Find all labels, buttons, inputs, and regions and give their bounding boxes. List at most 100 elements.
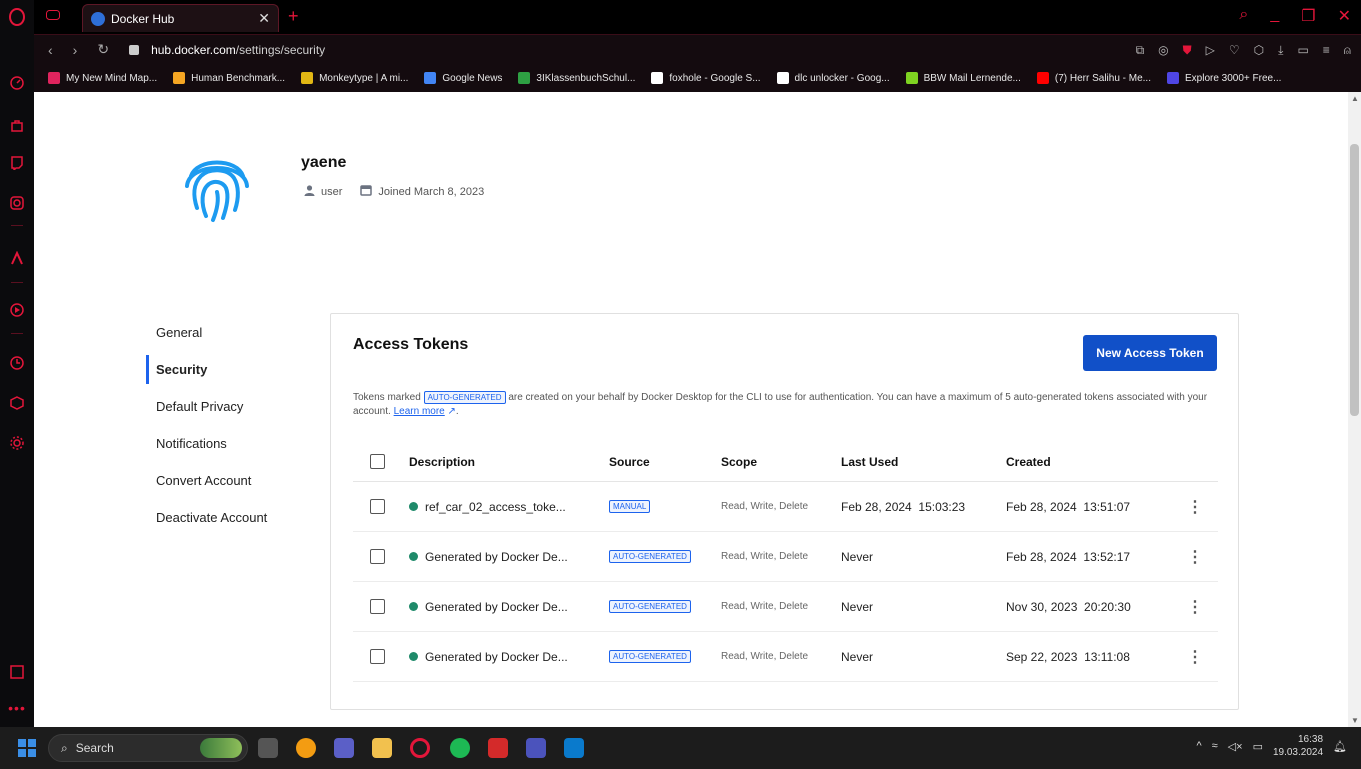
opera-taskbar-icon[interactable] — [410, 738, 430, 758]
profile-icon[interactable]: ⍝ — [1344, 43, 1351, 58]
bookmark-item[interactable]: 3IKlassenbuchSchul... — [518, 72, 635, 84]
row-checkbox[interactable] — [370, 549, 385, 564]
settings-nav-item[interactable]: Security — [146, 351, 267, 388]
download-icon[interactable]: ⤓ — [1278, 43, 1283, 58]
settings-nav-item[interactable]: Notifications — [146, 425, 267, 462]
heart-icon[interactable]: ♡ — [1229, 43, 1240, 58]
bookmark-item[interactable]: dlc unlocker - Goog... — [776, 72, 890, 84]
bookmark-item[interactable]: Explore 3000+ Free... — [1167, 72, 1281, 84]
col-description[interactable]: Description — [409, 442, 475, 481]
settings-nav-item[interactable]: General — [146, 314, 267, 351]
aria-icon[interactable] — [7, 248, 27, 268]
easy-setup-icon[interactable]: ≡ — [1323, 43, 1330, 58]
settings-nav-item[interactable]: Convert Account — [146, 462, 267, 499]
vpn-shield-icon[interactable]: ⛊ — [1183, 43, 1192, 58]
col-last-used[interactable]: Last Used — [841, 442, 898, 481]
access-tokens-card: Access Tokens New Access Token Tokens ma… — [330, 313, 1239, 710]
bookmark-item[interactable]: foxhole - Google S... — [651, 72, 761, 84]
restore-icon[interactable]: ❐ — [1301, 6, 1315, 26]
bookmarks-bar: My New Mind Map... Human Benchmark... Monk… — [34, 64, 1361, 92]
bookmark-item[interactable]: My New Mind Map... — [48, 72, 157, 84]
scroll-down-icon[interactable]: ▼ — [1351, 716, 1359, 725]
wifi-icon[interactable]: ≈ — [1212, 740, 1218, 752]
taskbar-clock[interactable]: 16:38 19.03.2024 — [1273, 733, 1323, 759]
row-menu-kebab-icon[interactable]: ⋮ — [1187, 582, 1203, 631]
settings-nav-item[interactable]: Default Privacy — [146, 388, 267, 425]
row-menu-kebab-icon[interactable]: ⋮ — [1187, 532, 1203, 581]
battery-icon[interactable]: ▭ — [1253, 740, 1263, 753]
volume-icon[interactable]: ◁× — [1228, 740, 1243, 753]
teams-icon[interactable] — [334, 738, 354, 758]
send-icon[interactable]: ▷ — [1206, 43, 1215, 58]
vscode-icon[interactable] — [564, 738, 584, 758]
history-icon[interactable] — [7, 353, 27, 373]
scroll-up-icon[interactable]: ▲ — [1351, 94, 1359, 103]
tab-menu-icon[interactable] — [46, 9, 60, 23]
windows-start-icon[interactable] — [18, 739, 36, 757]
tab-docker-hub[interactable]: Docker Hub ✕ — [82, 4, 279, 32]
url-field[interactable]: hub.docker.com/settings/security — [151, 43, 325, 57]
close-tab-icon[interactable]: ✕ — [258, 10, 270, 27]
more-icon[interactable]: ••• — [7, 698, 27, 718]
token-description[interactable]: Generated by Docker De... — [425, 550, 568, 564]
lock-icon[interactable] — [129, 44, 140, 55]
reload-icon[interactable]: ↻ — [97, 41, 109, 58]
acrobat-icon[interactable] — [488, 738, 508, 758]
token-description[interactable]: Generated by Docker De... — [425, 600, 568, 614]
bookmark-item[interactable]: Google News — [424, 72, 502, 84]
scroll-thumb[interactable] — [1350, 144, 1359, 416]
tray-expand-icon[interactable]: ^ — [1196, 740, 1201, 752]
back-icon[interactable]: ‹ — [48, 42, 53, 58]
bookmark-item[interactable]: Monkeytype | A mi... — [301, 72, 408, 84]
new-access-token-button[interactable]: New Access Token — [1083, 335, 1217, 371]
extensions-icon[interactable] — [7, 393, 27, 413]
forward-icon[interactable]: › — [73, 42, 78, 58]
col-scope[interactable]: Scope — [721, 442, 757, 481]
minimize-icon[interactable]: _ — [1270, 6, 1279, 26]
col-created[interactable]: Created — [1006, 442, 1051, 481]
snapshot-icon[interactable] — [7, 662, 27, 682]
opera-logo-icon[interactable] — [7, 7, 27, 27]
bookmark-label: BBW Mail Lernende... — [923, 72, 1021, 84]
settings-gear-icon[interactable] — [7, 433, 27, 453]
twitch-icon[interactable] — [7, 153, 27, 173]
learn-more-link[interactable]: Learn more — [394, 406, 445, 417]
snapshot-tool-icon[interactable]: ⧉ — [1136, 43, 1145, 58]
bookmark-favicon-icon — [1167, 72, 1179, 84]
cube-icon[interactable]: ⬡ — [1254, 43, 1264, 58]
shopping-icon[interactable] — [7, 115, 27, 135]
bookmark-item[interactable]: (7) Herr Salihu - Me... — [1036, 72, 1151, 84]
player-icon[interactable] — [7, 300, 27, 320]
notifications-bell-icon[interactable]: 🔔︎ — [1333, 740, 1347, 753]
speed-dial-icon[interactable] — [7, 73, 27, 93]
camera-icon[interactable]: ◎ — [1158, 43, 1168, 58]
row-checkbox[interactable] — [370, 599, 385, 614]
row-menu-kebab-icon[interactable]: ⋮ — [1187, 482, 1203, 531]
windows-taskbar: ⌕ Search ^ ≈ ◁× ▭ 16:38 19.03.2024 🔔︎ — [0, 727, 1361, 769]
tab-bar: Docker Hub ✕ + ⌕ _ ❐ ✕ — [34, 0, 1361, 34]
external-link-icon[interactable]: ↗ — [448, 406, 456, 417]
search-tabs-icon[interactable]: ⌕ — [1239, 6, 1248, 26]
token-last-used: Never — [841, 649, 874, 664]
app-orange-icon[interactable] — [296, 738, 316, 758]
settings-nav-item[interactable]: Deactivate Account — [146, 499, 267, 536]
col-source[interactable]: Source — [609, 442, 650, 481]
battery-saver-icon[interactable]: ▭ — [1297, 43, 1308, 58]
new-tab-button[interactable]: + — [288, 6, 299, 27]
teams-new-icon[interactable] — [526, 738, 546, 758]
token-description[interactable]: Generated by Docker De... — [425, 650, 568, 664]
row-checkbox[interactable] — [370, 649, 385, 664]
task-view-icon[interactable] — [258, 738, 278, 758]
bookmark-item[interactable]: BBW Mail Lernende... — [905, 72, 1021, 84]
instagram-icon[interactable] — [7, 193, 27, 213]
widgets-icon[interactable] — [200, 738, 242, 758]
row-checkbox[interactable] — [370, 499, 385, 514]
select-all-checkbox[interactable] — [370, 454, 385, 469]
page-scrollbar[interactable]: ▲ ▼ — [1348, 92, 1361, 727]
bookmark-item[interactable]: Human Benchmark... — [173, 72, 285, 84]
file-explorer-icon[interactable] — [372, 738, 392, 758]
close-window-icon[interactable]: ✕ — [1338, 6, 1351, 26]
token-description[interactable]: ref_car_02_access_toke... — [425, 500, 566, 514]
spotify-icon[interactable] — [450, 738, 470, 758]
row-menu-kebab-icon[interactable]: ⋮ — [1187, 632, 1203, 681]
